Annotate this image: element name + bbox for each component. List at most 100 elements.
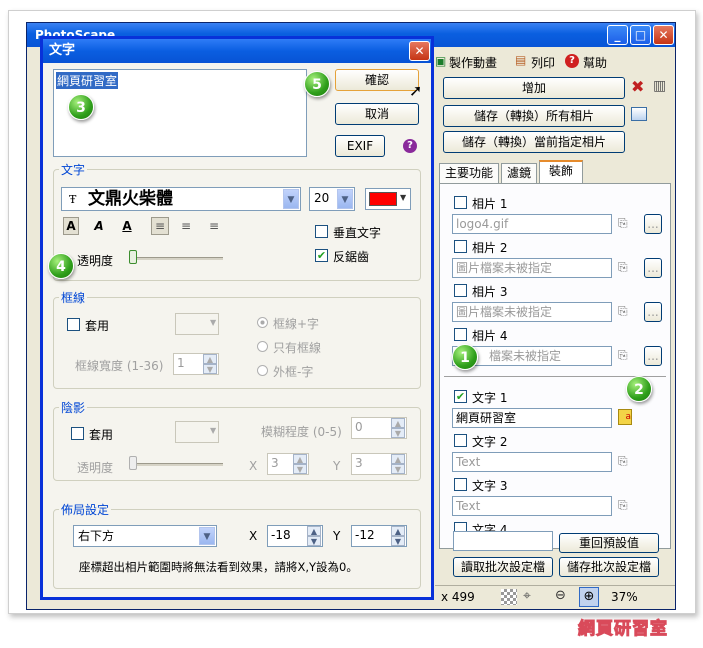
zoom-in-icon[interactable]: ⊕ <box>579 587 599 607</box>
font-name-dropdown-icon[interactable]: ▼ <box>283 189 299 209</box>
photo-2-checkbox[interactable] <box>454 240 467 253</box>
border-option-1-radio[interactable] <box>257 317 268 328</box>
dialog-close-button[interactable]: ✕ <box>409 41 430 61</box>
toolbar-tab-animation[interactable]: 製作動畫 <box>449 54 497 71</box>
cancel-button[interactable]: 取消 <box>335 103 419 125</box>
photo-4-checkbox[interactable] <box>454 328 467 341</box>
border-option-2-label: 只有框線 <box>273 341 322 355</box>
layout-position-select[interactable]: 右下方 <box>73 525 217 547</box>
vertical-text-checkbox[interactable] <box>315 225 328 238</box>
close-button[interactable]: ✕ <box>653 25 674 45</box>
fit-icon[interactable]: ⌖ <box>523 588 531 604</box>
shadow-color-picker[interactable]: ▼ <box>175 421 219 443</box>
border-option-3-radio[interactable] <box>257 365 268 376</box>
photo-4-more-button[interactable]: ... <box>644 346 662 366</box>
align-left-icon[interactable]: ≡ <box>151 217 169 235</box>
photo-1-browse-icon[interactable]: ⎘ <box>618 216 628 231</box>
trash-icon[interactable]: ▥ <box>653 78 666 94</box>
confirm-button[interactable]: 確認 <box>335 69 419 91</box>
shadow-y-up-icon[interactable]: ▲ <box>391 454 405 464</box>
save-current-button[interactable]: 儲存（轉換）當前指定相片 <box>443 131 625 153</box>
top-toolbar: ▣ 製作動畫 ▤ 列印 ? 幫助 <box>435 51 675 71</box>
shadow-y-down-icon[interactable]: ▼ <box>391 464 405 474</box>
text-3-field[interactable]: Text <box>452 496 612 516</box>
photo-3-browse-icon[interactable]: ⎘ <box>618 304 628 319</box>
shadow-blur-down-icon[interactable]: ▼ <box>391 428 405 438</box>
opacity-slider-thumb[interactable] <box>129 250 137 264</box>
shadow-x-up-icon[interactable]: ▲ <box>293 454 307 464</box>
layout-position-dropdown-icon[interactable]: ▼ <box>199 527 215 545</box>
align-right-icon[interactable]: ≡ <box>205 217 223 235</box>
text-2-edit-icon[interactable]: ⎘ <box>618 454 628 469</box>
opacity-slider-track[interactable] <box>129 257 223 260</box>
text-2-checkbox[interactable] <box>454 434 467 447</box>
reset-defaults-button[interactable]: 重回預設值 <box>559 533 659 553</box>
border-color-picker[interactable]: ▼ <box>175 313 219 335</box>
photo-2-field[interactable]: 圖片檔案未被指定 <box>452 258 612 278</box>
toolbar-tab-print[interactable]: 列印 <box>531 54 555 71</box>
photo-4-browse-icon[interactable]: ⎘ <box>618 348 628 363</box>
font-size-dropdown-icon[interactable]: ▼ <box>337 189 353 209</box>
border-apply-checkbox[interactable] <box>67 318 80 331</box>
underline-style-button[interactable]: A <box>119 217 135 235</box>
text-1-edit-icon[interactable]: a <box>618 409 632 425</box>
save-batch-button[interactable]: 儲存批次設定檔 <box>559 557 659 577</box>
text-2-field[interactable]: Text <box>452 452 612 472</box>
image-size-text: x 499 <box>441 590 475 604</box>
minimize-button[interactable]: _ <box>607 25 628 45</box>
truetype-icon: Ŧ <box>69 193 77 206</box>
tab-filters[interactable]: 濾鏡 <box>501 163 537 183</box>
bold-style-button[interactable]: A <box>63 217 79 235</box>
tab-main-functions[interactable]: 主要功能 <box>439 163 499 183</box>
photo-3-checkbox[interactable] <box>454 284 467 297</box>
save-all-button[interactable]: 儲存（轉換）所有相片 <box>443 105 625 127</box>
layout-position-value: 右下方 <box>78 529 115 543</box>
shadow-opacity-slider-thumb[interactable] <box>129 456 137 470</box>
callout-1: 1 <box>452 344 478 370</box>
shadow-opacity-slider-track[interactable] <box>129 463 223 466</box>
layout-y-up-icon[interactable]: ▲ <box>391 526 405 536</box>
text-1-checkbox[interactable]: ✔ <box>454 390 467 403</box>
border-width-down-icon[interactable]: ▼ <box>203 364 217 374</box>
layout-x-down-icon[interactable]: ▼ <box>307 536 321 546</box>
layout-y-down-icon[interactable]: ▼ <box>391 536 405 546</box>
photo-3-field[interactable]: 圖片檔案未被指定 <box>452 302 612 322</box>
list-icon[interactable] <box>631 107 647 121</box>
checker-icon[interactable] <box>501 589 517 605</box>
photo-2-browse-icon[interactable]: ⎘ <box>618 260 628 275</box>
antialias-checkbox[interactable]: ✔ <box>315 249 328 262</box>
text-4-field[interactable] <box>453 531 553 551</box>
tab-decoration[interactable]: 裝飾 <box>539 160 583 183</box>
border-group <box>53 297 421 389</box>
text-3-checkbox[interactable] <box>454 478 467 491</box>
shadow-apply-checkbox[interactable] <box>71 427 84 440</box>
toolbar-tab-help[interactable]: 幫助 <box>583 54 607 71</box>
font-color-picker[interactable]: ▼ <box>365 188 411 210</box>
help-icon[interactable]: ? <box>403 139 417 153</box>
photo-3-label: 相片 3 <box>472 285 508 299</box>
add-button[interactable]: 增加 <box>443 77 625 99</box>
photo-1-more-button[interactable]: ... <box>644 214 662 234</box>
italic-style-button[interactable]: A <box>91 217 107 235</box>
photo-3-more-button[interactable]: ... <box>644 302 662 322</box>
watermark-text: 網頁研習室 <box>578 619 668 640</box>
border-option-2-radio[interactable] <box>257 341 268 352</box>
photo-2-more-button[interactable]: ... <box>644 258 662 278</box>
font-name-select[interactable]: 文鼎火柴體 <box>61 187 301 211</box>
photo-1-checkbox[interactable] <box>454 196 467 209</box>
photo-1-field[interactable]: logo4.gif <box>452 214 612 234</box>
text-3-edit-icon[interactable]: ⎘ <box>618 498 628 513</box>
text-dialog: 文字 ✕ 網頁研習室 確認 ➚ 取消 EXIF ? 文字 文鼎火柴體 Ŧ ▼ 2… <box>40 36 434 600</box>
text-1-field[interactable]: 網頁研習室 <box>452 408 612 428</box>
align-center-icon[interactable]: ≡ <box>177 217 195 235</box>
maximize-button[interactable]: □ <box>630 25 651 45</box>
border-option-3-label: 外框-字 <box>273 365 314 379</box>
border-width-up-icon[interactable]: ▲ <box>203 354 217 364</box>
layout-x-up-icon[interactable]: ▲ <box>307 526 321 536</box>
shadow-blur-up-icon[interactable]: ▲ <box>391 418 405 428</box>
shadow-x-down-icon[interactable]: ▼ <box>293 464 307 474</box>
exif-button[interactable]: EXIF <box>335 135 385 157</box>
zoom-out-icon[interactable]: ⊖ <box>555 588 566 603</box>
remove-x-icon[interactable]: ✖ <box>631 77 644 96</box>
load-batch-button[interactable]: 讀取批次設定檔 <box>453 557 553 577</box>
